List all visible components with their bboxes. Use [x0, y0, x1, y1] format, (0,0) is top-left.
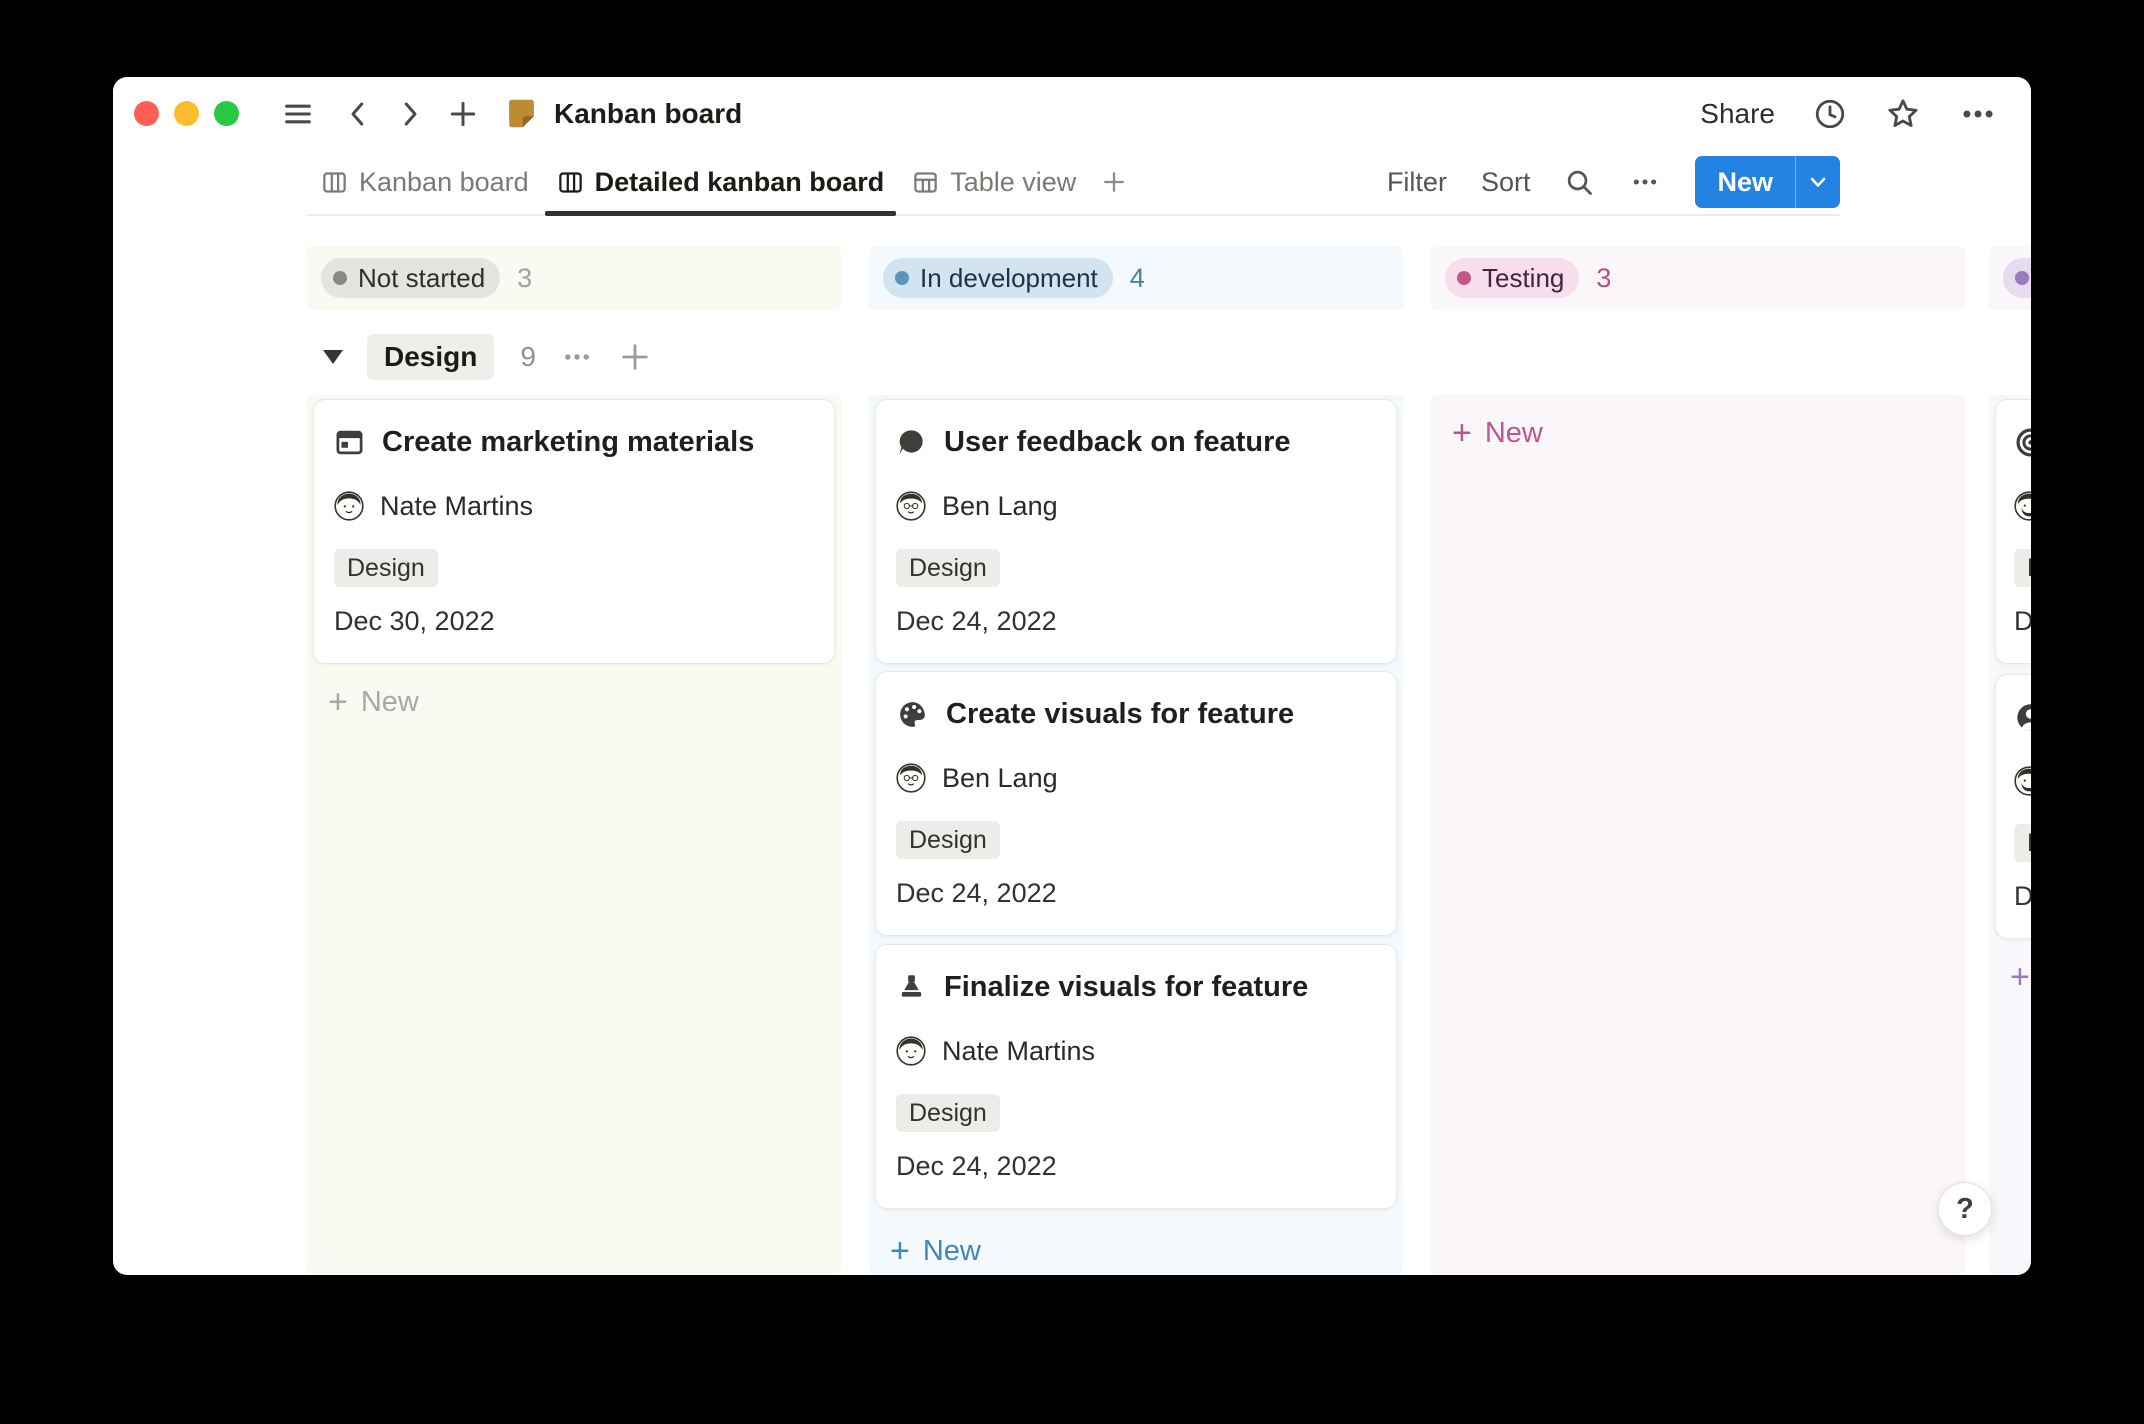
speech-bubble-icon: [896, 427, 927, 458]
group-row-design: Design 9: [307, 331, 652, 383]
plus-icon: +: [890, 1234, 910, 1268]
more-options-icon[interactable]: [1959, 95, 1997, 133]
column-count: 4: [1130, 263, 1145, 294]
status-dot: [333, 271, 347, 285]
avatar: [896, 1036, 926, 1066]
tab-kanban-board[interactable]: Kanban board: [307, 150, 543, 214]
tag-design: Design: [334, 549, 438, 587]
tag-design: Design: [896, 1094, 1000, 1132]
card-date: Dec 24, 2022: [896, 878, 1376, 909]
dartboard-icon: [2014, 426, 2031, 459]
new-button[interactable]: New: [1695, 156, 1795, 208]
avatar: [2014, 766, 2031, 796]
minimize-window-button[interactable]: [174, 101, 199, 126]
person-bust-icon: [2014, 701, 2031, 734]
new-page-plus-icon[interactable]: [447, 98, 479, 130]
avatar: [896, 763, 926, 793]
avatar: [334, 491, 364, 521]
stamp-icon: [896, 972, 927, 1003]
back-icon[interactable]: [343, 99, 373, 129]
collapse-triangle-icon[interactable]: [323, 350, 343, 364]
page-icon: [505, 97, 538, 130]
status-pill-testing: Testing: [1445, 258, 1579, 298]
share-button[interactable]: Share: [1700, 98, 1775, 130]
status-pill-clipped: [2003, 258, 2031, 298]
history-clock-icon[interactable]: [1813, 97, 1847, 131]
plus-icon: +: [1452, 416, 1472, 450]
group-options-dots-icon[interactable]: [560, 340, 594, 374]
column-header-clipped: [1989, 246, 2031, 310]
storefront-icon: [334, 427, 365, 458]
favorite-star-icon[interactable]: [1885, 96, 1921, 132]
status-dot: [2015, 271, 2029, 285]
tab-table-view[interactable]: Table view: [898, 150, 1090, 214]
plus-icon: +: [328, 685, 348, 719]
kanban-card[interactable]: Design Dec 24, 2022: [1995, 399, 2031, 664]
kanban-card[interactable]: Create visuals for feature Ben Lang Desi…: [875, 671, 1397, 936]
board-view-icon: [321, 169, 348, 196]
column-count: 3: [1596, 263, 1611, 294]
group-label: Design: [367, 334, 494, 380]
add-view-plus-icon[interactable]: [1090, 168, 1138, 196]
palette-icon: [896, 698, 929, 731]
tag-design: Design: [896, 549, 1000, 587]
close-window-button[interactable]: [134, 101, 159, 126]
new-card-button[interactable]: + New: [1431, 413, 1965, 453]
forward-icon[interactable]: [395, 99, 425, 129]
tag-design: Design: [896, 821, 1000, 859]
kanban-card[interactable]: Design Dec 24, 2022: [1995, 674, 2031, 939]
column-header-in-development: In development 4: [869, 246, 1403, 310]
filter-button[interactable]: Filter: [1387, 167, 1447, 198]
column-header-not-started: Not started 3: [307, 246, 841, 310]
help-button[interactable]: ?: [1938, 1182, 1992, 1236]
status-dot: [895, 271, 909, 285]
column-header-testing: Testing 3: [1431, 246, 1965, 310]
sidebar-toggle-icon[interactable]: [281, 97, 315, 131]
tag-design: Design: [2014, 549, 2031, 587]
tag-design: Design: [2014, 824, 2031, 862]
page-title: Kanban board: [554, 98, 742, 130]
kanban-card[interactable]: Finalize visuals for feature Nate Martin…: [875, 944, 1397, 1209]
tab-detailed-kanban-board[interactable]: Detailed kanban board: [543, 150, 899, 214]
status-dot: [1457, 271, 1471, 285]
notion-window: Kanban board Share Kanban board Detailed…: [113, 77, 2031, 1275]
column-not-started: Create marketing materials Nate Martins …: [307, 395, 841, 1275]
new-dropdown-chevron-icon[interactable]: [1796, 156, 1840, 208]
new-card-button[interactable]: + New: [307, 682, 841, 722]
group-count: 9: [520, 341, 536, 373]
new-split-button: New: [1695, 156, 1840, 208]
zoom-window-button[interactable]: [214, 101, 239, 126]
new-card-button[interactable]: + New: [1989, 957, 2031, 997]
plus-icon: +: [2010, 960, 2030, 994]
view-tabbar: Kanban board Detailed kanban board Table…: [307, 150, 1840, 216]
card-date: Dec 24, 2022: [896, 1151, 1376, 1182]
table-view-icon: [912, 169, 939, 196]
view-options-dots-icon[interactable]: [1629, 166, 1661, 198]
card-date: Dec 24, 2022: [2014, 606, 2031, 637]
kanban-card[interactable]: Create marketing materials Nate Martins …: [313, 399, 835, 664]
sort-button[interactable]: Sort: [1481, 167, 1531, 198]
avatar: [2014, 491, 2031, 521]
window-titlebar: Kanban board Share: [113, 77, 2031, 150]
avatar: [896, 491, 926, 521]
column-in-development: User feedback on feature Ben Lang Design…: [869, 395, 1403, 1275]
card-date: Dec 24, 2022: [896, 606, 1376, 637]
column-clipped: Design Dec 24, 2022: [1989, 395, 2031, 1275]
card-date: Dec 24, 2022: [2014, 881, 2031, 912]
status-pill-not-started: Not started: [321, 258, 500, 298]
column-count: 3: [517, 263, 532, 294]
search-icon[interactable]: [1564, 167, 1595, 198]
group-add-plus-icon[interactable]: [618, 340, 652, 374]
board-view-icon: [557, 169, 584, 196]
new-card-button[interactable]: + New: [869, 1231, 1403, 1271]
kanban-card[interactable]: User feedback on feature Ben Lang Design…: [875, 399, 1397, 664]
column-testing: + New: [1431, 395, 1965, 1275]
card-date: Dec 30, 2022: [334, 606, 814, 637]
status-pill-in-development: In development: [883, 258, 1113, 298]
